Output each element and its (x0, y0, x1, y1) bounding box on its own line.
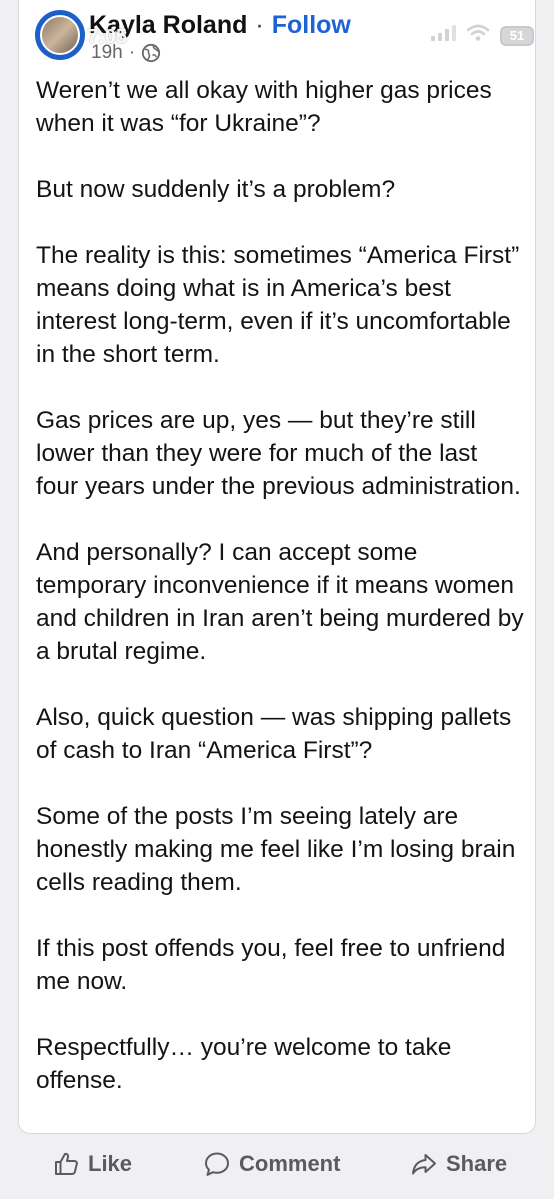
share-arrow-icon (412, 1154, 436, 1175)
post-paragraph: Some of the posts I’m seeing lately are … (36, 803, 516, 896)
comment-button[interactable]: Comment (203, 1142, 340, 1186)
comment-label: Comment (239, 1151, 341, 1176)
avatar[interactable] (35, 10, 85, 60)
post-paragraph: Gas prices are up, yes — but they’re sti… (36, 407, 521, 500)
post-paragraph: Respectfully… you’re welcome to take off… (36, 1034, 452, 1094)
post-actions: Like Comment Share (0, 1142, 554, 1190)
post-card: Kayla Roland · Follow 7:05 19h · Weren’t… (18, 0, 536, 1134)
author-line: Kayla Roland · Follow (89, 8, 351, 42)
post-paragraph: But now suddenly it’s a problem? (36, 176, 396, 203)
post-meta: 19h · (91, 42, 161, 64)
post-body: Weren’t we all okay with higher gas pric… (36, 74, 526, 1130)
like-button[interactable]: Like (52, 1142, 132, 1186)
thumbs-up-icon (55, 1152, 78, 1175)
follow-button[interactable]: Follow (272, 11, 351, 40)
wifi-icon (466, 24, 490, 47)
signal-icon (430, 24, 456, 47)
meta-separator: · (128, 42, 136, 63)
comment-bubble-icon (205, 1152, 229, 1176)
battery-level: 51 (509, 28, 525, 43)
share-button[interactable]: Share (410, 1142, 507, 1186)
separator-dot: · (255, 10, 264, 39)
post-paragraph: And personally? I can accept some tempor… (36, 539, 524, 665)
post-timestamp[interactable]: 19h (91, 42, 123, 64)
share-label: Share (446, 1151, 508, 1176)
avatar-photo (40, 15, 80, 55)
post-paragraph: Also, quick question — was shipping pall… (36, 704, 512, 764)
post-paragraph: The reality is this: sometimes “America … (36, 242, 520, 368)
post-paragraph: Weren’t we all okay with higher gas pric… (36, 77, 492, 137)
post-paragraph: If this post offends you, feel free to u… (36, 935, 506, 995)
battery-icon: 51 (500, 25, 534, 46)
status-bar-icons: 51 (430, 24, 534, 47)
globe-icon (141, 43, 161, 63)
like-label: Like (88, 1151, 133, 1176)
